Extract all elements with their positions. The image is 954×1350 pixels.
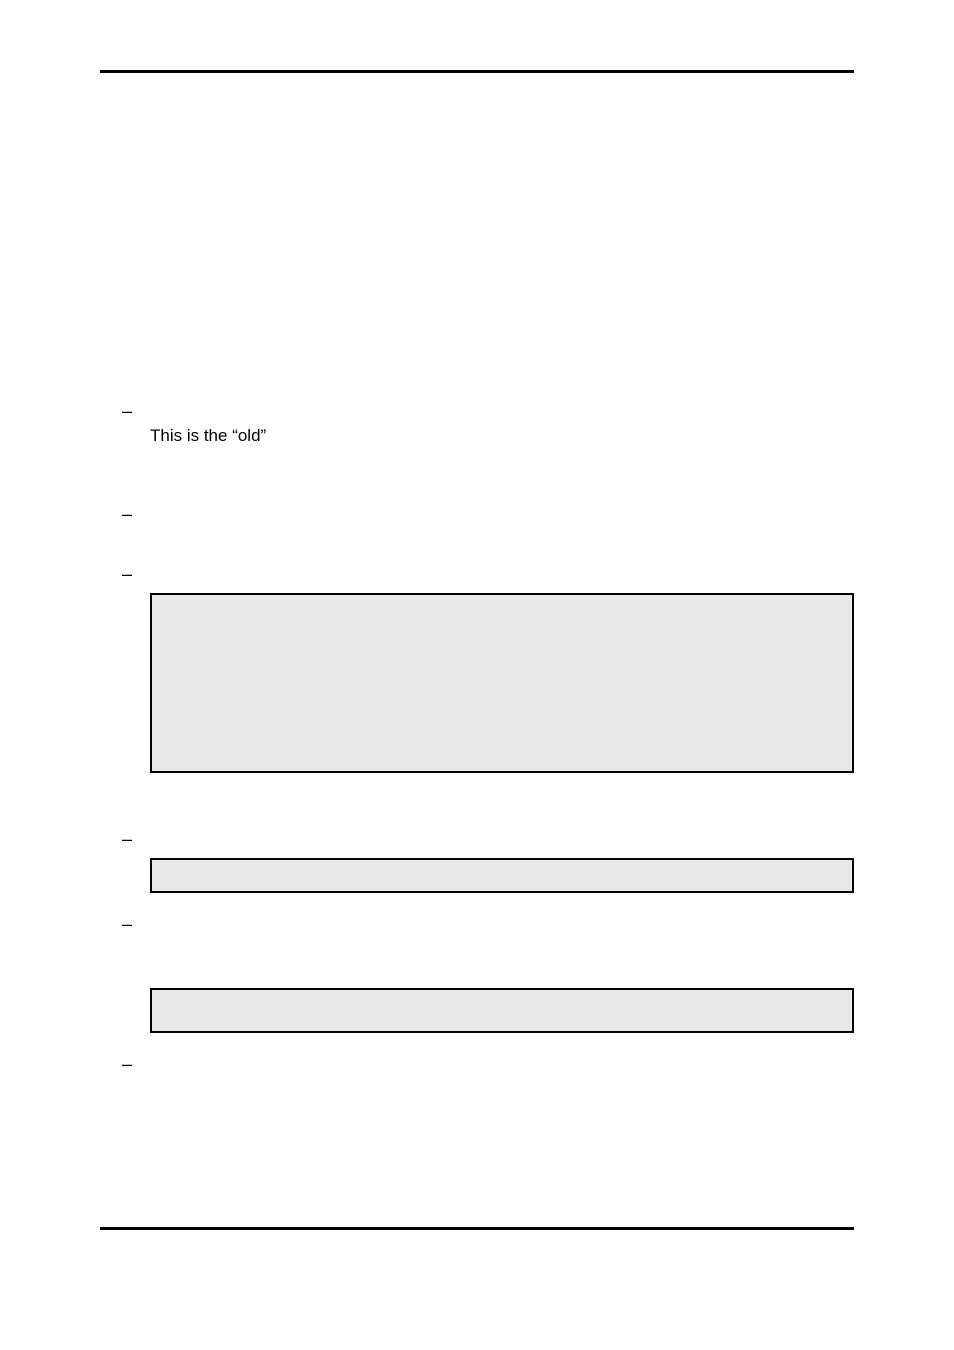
code-box xyxy=(150,988,854,1033)
bottom-rule xyxy=(100,1227,854,1230)
top-rule xyxy=(100,70,854,73)
list-body xyxy=(150,913,854,1033)
list-dash: – xyxy=(120,913,150,935)
list-dash: – xyxy=(120,563,150,585)
list-dash: – xyxy=(120,1053,150,1075)
list-body: This is the “old” xyxy=(150,400,854,448)
list-item: – xyxy=(120,1053,854,1075)
list-item: – xyxy=(120,563,854,773)
list-body xyxy=(150,563,854,773)
code-box xyxy=(150,593,854,773)
list-dash: – xyxy=(120,400,150,422)
list-item: – xyxy=(120,503,854,543)
page: – This is the “old” – – – – xyxy=(0,0,954,1350)
list-body xyxy=(150,828,854,893)
list-item: – xyxy=(120,828,854,893)
list-body xyxy=(150,503,854,543)
list-dash: – xyxy=(120,828,150,850)
list-item: – xyxy=(120,913,854,1033)
list-item: – This is the “old” xyxy=(120,400,854,448)
list-dash: – xyxy=(120,503,150,525)
list-text: This is the “old” xyxy=(150,424,854,448)
code-box xyxy=(150,858,854,893)
content-area: – This is the “old” – – – – xyxy=(120,400,854,1130)
